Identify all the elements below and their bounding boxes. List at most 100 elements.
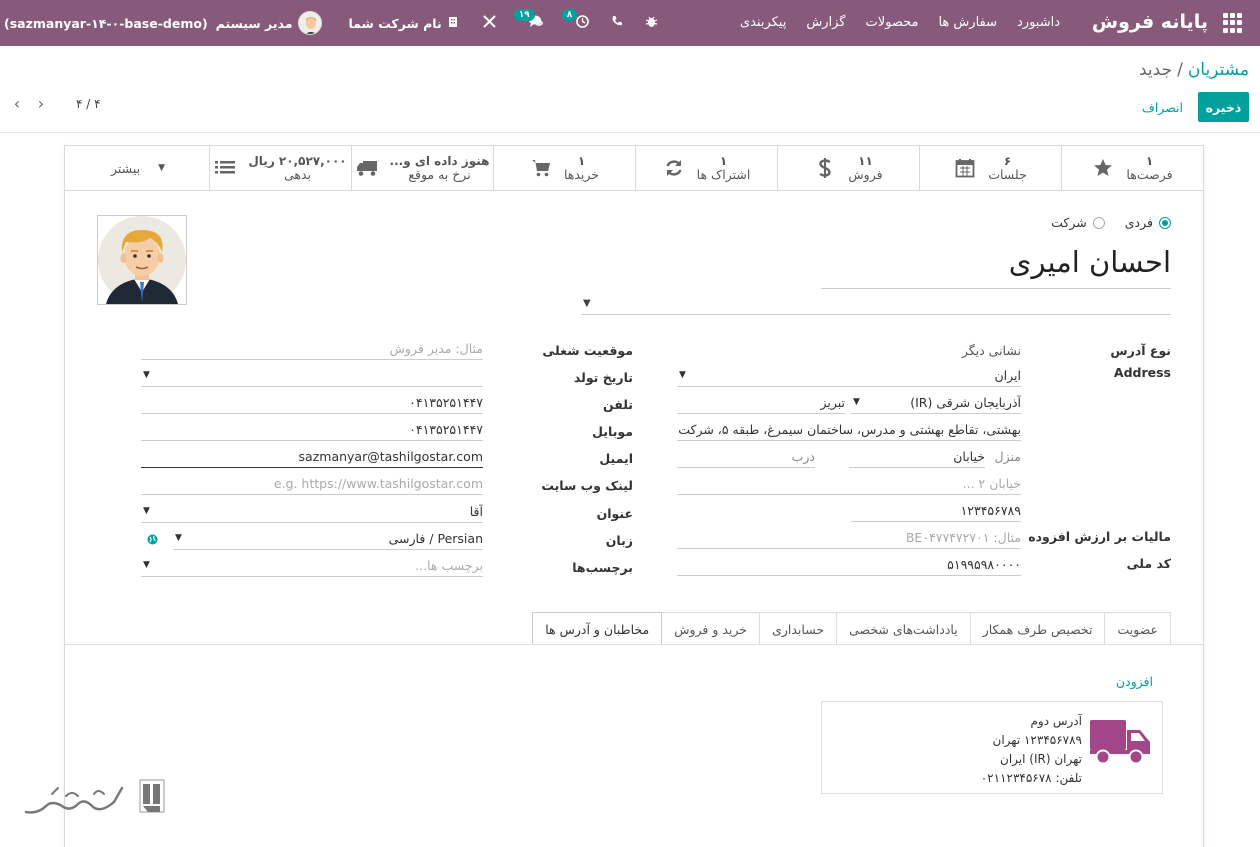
radio-company[interactable]: شرکت	[1051, 215, 1105, 230]
smart-button-due[interactable]: ۲۰,۵۲۷,۰۰۰ ریال بدهی	[209, 146, 351, 190]
partner-avatar-image[interactable]	[97, 215, 187, 305]
smart-button-opportunities[interactable]: ۱ فرصت‌ها	[1061, 146, 1203, 190]
smart-button-meetings[interactable]: ۶ جلسات	[919, 146, 1061, 190]
add-contact-button[interactable]: افزودن	[1116, 674, 1153, 689]
messages-badge: ۱۹	[513, 8, 535, 21]
apps-menu-icon[interactable]	[1222, 13, 1242, 33]
title-label: عنوان	[596, 506, 633, 521]
house-label: منزل	[994, 449, 1021, 464]
control-panel-divider	[0, 132, 1260, 133]
address-type-value[interactable]: نشانی دیگر	[962, 343, 1021, 358]
phone-icon[interactable]	[611, 15, 623, 31]
contact-name: آدرس دوم	[1030, 714, 1082, 728]
stat-label: فروش	[848, 167, 883, 182]
mobile-label: موبایل	[592, 424, 633, 439]
tab-internal-notes[interactable]: یادداشت‌های شخصی	[836, 612, 971, 645]
bug-icon[interactable]	[645, 15, 658, 32]
national-id-input[interactable]: ۵۱۹۹۵۹۸۰۰۰۰	[677, 554, 1021, 576]
pager-next-icon[interactable]: ›	[34, 94, 48, 113]
truck-icon	[356, 157, 378, 179]
pager-value[interactable]: ۴ / ۴	[76, 97, 101, 111]
company-switcher[interactable]: نام شرکت شما	[348, 16, 458, 31]
website-placeholder: e.g. https://www.tashilgostar.com	[273, 476, 483, 491]
notebook-tabs: مخاطبان و آدرس ها خرید و فروش حسابداری ی…	[532, 612, 1171, 645]
stat-value: هنوز داده ای و...	[389, 154, 490, 168]
parent-company-select[interactable]: ▼	[581, 296, 1171, 315]
country-select[interactable]: ایران ▼	[677, 365, 1021, 387]
building-icon	[447, 16, 459, 31]
user-name: مدیر سیستم	[215, 15, 293, 31]
contact-phone: تلفن: ۰۲۱۱۲۳۴۵۶۷۸	[980, 771, 1082, 785]
menu-item-dashboard[interactable]: داشبورد	[1017, 15, 1060, 30]
phone-input[interactable]: ۰۴۱۳۵۲۵۱۴۴۷	[141, 392, 483, 414]
street2-placeholder: خیابان ۲ ...	[962, 476, 1021, 491]
stat-value: ۱	[719, 154, 728, 168]
star-icon	[1092, 157, 1114, 179]
user-avatar	[298, 11, 323, 35]
tab-partner-assignment[interactable]: تخصیص طرف همکار	[969, 612, 1106, 645]
tab-membership[interactable]: عضویت	[1104, 612, 1171, 645]
radio-individual[interactable]: فردی	[1125, 215, 1171, 230]
smart-button-on-time-rate[interactable]: هنوز داده ای و... نرخ به موقع	[351, 146, 493, 190]
caret-down-icon: ▼	[143, 506, 150, 516]
caret-down-icon: ▼	[583, 298, 591, 309]
birthday-select[interactable]: ▼	[141, 365, 483, 387]
caret-down-icon: ▼	[853, 397, 860, 407]
mobile-input[interactable]: ۰۴۱۳۵۲۵۱۴۴۷	[141, 419, 483, 441]
door-input[interactable]: درب	[677, 446, 815, 468]
smart-button-purchases[interactable]: ۱ خریدها	[493, 146, 635, 190]
house-input[interactable]: خیابان	[849, 446, 985, 468]
discard-button[interactable]: انصراف	[1137, 92, 1188, 122]
tab-sales-purchase[interactable]: خرید و فروش	[661, 612, 761, 645]
chat-icon[interactable]: ۱۹	[513, 8, 544, 32]
street-input[interactable]: بهشتی، تقاطع بهشتی و مدرس، ساختمان سیمرغ…	[677, 419, 1021, 441]
language-value: Persian / فارسی	[388, 531, 483, 546]
title-select[interactable]: آقا ▼	[141, 501, 483, 523]
email-input[interactable]: sazmanyar@tashilgostar.com	[141, 446, 483, 468]
zip-input[interactable]: ۱۲۳۴۵۶۷۸۹	[851, 500, 1021, 522]
website-input[interactable]: e.g. https://www.tashilgostar.com	[141, 473, 483, 495]
job-position-input[interactable]: مثال: مدیر فروش	[141, 338, 483, 360]
vat-input[interactable]: مثال: BE۰۴۷۷۴۷۲۷۰۱	[677, 527, 1021, 549]
menu-item-configuration[interactable]: پیکربندی	[740, 15, 786, 30]
menu-item-reporting[interactable]: گزارش	[806, 15, 845, 30]
state-select[interactable]: آذربایجان شرقی (IR) ▼	[851, 392, 1021, 414]
menu-item-products[interactable]: محصولات	[865, 15, 918, 30]
user-menu[interactable]: مدیر سیستم	[216, 11, 323, 35]
address-type-label: نوع آدرس	[1110, 343, 1171, 358]
globe-icon[interactable]	[147, 534, 158, 549]
menu-item-orders[interactable]: سفارش ها	[938, 15, 997, 30]
house-value: خیابان	[953, 449, 985, 464]
watermark-logo	[22, 776, 170, 822]
radio-label: فردی	[1124, 215, 1153, 230]
clock-icon[interactable]: ۸	[561, 8, 589, 32]
smart-button-sales[interactable]: ۱۱ فروش	[777, 146, 919, 190]
phone-value: ۰۴۱۳۵۲۵۱۴۴۷	[409, 395, 483, 410]
tags-input[interactable]: برچسب ها... ▼	[141, 555, 483, 577]
radio-checked-icon	[1159, 216, 1171, 229]
stat-label: بدهی	[283, 167, 312, 182]
stat-label: اشتراک ها	[696, 167, 751, 182]
breadcrumb-parent[interactable]: مشتریان	[1188, 60, 1249, 80]
save-button[interactable]: ذخیره	[1198, 92, 1249, 122]
activities-badge: ۸	[561, 8, 578, 21]
tab-contacts-addresses[interactable]: مخاطبان و آدرس ها	[532, 612, 663, 645]
form-sheet: ۱ فرصت‌ها ۶ جلسات ۱۱ فروش ۱ اشتراک ها ۱ خریده…	[64, 145, 1204, 847]
language-select[interactable]: Persian / فارسی ▼	[173, 528, 483, 550]
dollar-icon	[814, 157, 836, 179]
refresh-icon	[663, 157, 685, 179]
contact-card[interactable]: آدرس دوم ۱۲۳۴۵۶۷۸۹ تهران تهران (IR) ایرا…	[821, 701, 1163, 794]
national-id-label: کد ملی	[1126, 556, 1171, 571]
cart-icon	[530, 157, 552, 179]
city-input[interactable]: تبریز	[677, 392, 845, 414]
tab-accounting[interactable]: حسابداری	[759, 612, 838, 645]
smart-button-subscriptions[interactable]: ۱ اشتراک ها	[635, 146, 777, 190]
radio-label: شرکت	[1051, 215, 1087, 230]
delivery-truck-icon	[1090, 716, 1152, 768]
street2-input[interactable]: خیابان ۲ ...	[677, 473, 1021, 495]
smart-button-more[interactable]: بیشتر ▼	[67, 146, 209, 190]
partner-name-input[interactable]: احسان امیری	[821, 239, 1171, 289]
breadcrumb-current: جدید	[1138, 60, 1173, 80]
tools-icon[interactable]	[482, 14, 496, 32]
pager-prev-icon[interactable]: ‹	[10, 94, 24, 113]
